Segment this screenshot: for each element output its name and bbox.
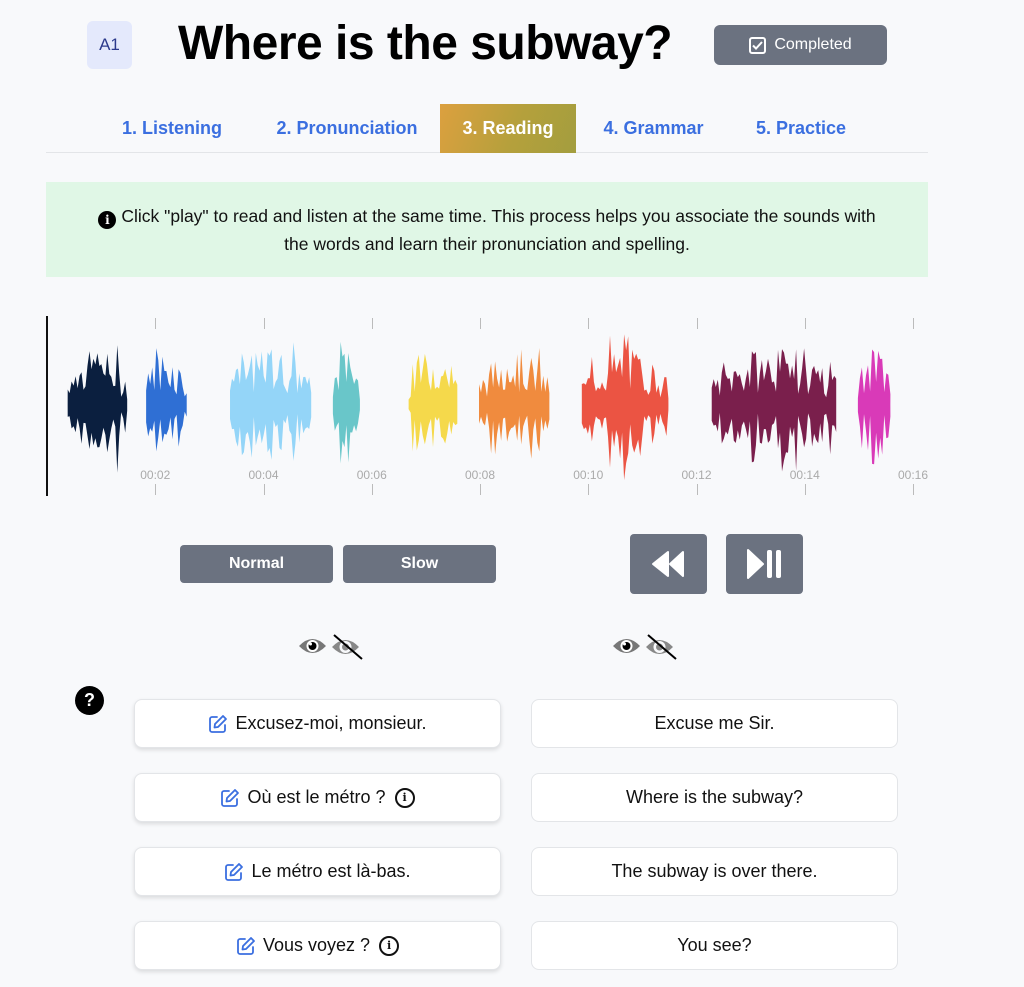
tab-reading[interactable]: 3. Reading: [440, 104, 576, 153]
waveform-segment[interactable]: [857, 349, 891, 465]
completed-label: Completed: [774, 36, 852, 53]
play-pause-icon: [746, 549, 781, 579]
waveform-segment[interactable]: [711, 348, 837, 472]
timeline-tick: [480, 484, 481, 495]
french-sentence-card[interactable]: Où est le métro ? i: [134, 773, 501, 822]
timeline-tick: [480, 318, 481, 329]
english-translation-card[interactable]: You see?: [531, 921, 898, 970]
info-text: Click "play" to read and listen at the s…: [121, 205, 876, 254]
audio-waveform[interactable]: 00:02 00:04 00:06 00:08 00:10 00:12 00:14 00:16: [46, 310, 928, 500]
timeline-label: 00:14: [789, 468, 820, 482]
hide-english-eye-slash-icon[interactable]: [645, 634, 677, 660]
rewind-icon: [651, 551, 684, 577]
info-circle-icon[interactable]: i: [394, 787, 415, 808]
timeline-tick: [263, 484, 265, 495]
timeline-tick: [155, 484, 157, 495]
french-sentence-card[interactable]: Le métro est là-bas.: [134, 847, 501, 896]
english-visibility-toggle: [612, 634, 677, 660]
checkbox-checked-icon: [749, 36, 767, 54]
french-visibility-toggle: [298, 634, 363, 660]
edit-icon[interactable]: [208, 714, 228, 734]
slow-speed-button[interactable]: Slow: [343, 545, 496, 583]
waveform-segment[interactable]: [332, 341, 360, 464]
waveform-segment[interactable]: [230, 342, 312, 461]
info-circle-icon[interactable]: i: [379, 935, 400, 956]
completed-button[interactable]: Completed: [714, 25, 887, 65]
timeline-label: 00:04: [248, 468, 279, 482]
english-translation-card[interactable]: Excuse me Sir.: [531, 699, 898, 748]
tab-practice[interactable]: 5. Practice: [736, 104, 866, 153]
edit-icon[interactable]: [236, 936, 256, 956]
french-sentence-card[interactable]: Excusez-moi, monsieur.: [134, 699, 501, 748]
info-banner: i Click "play" to read and listen at the …: [46, 182, 928, 277]
waveform-segment[interactable]: [67, 345, 128, 473]
waveform-segment[interactable]: [408, 353, 458, 452]
timeline-tick: [371, 484, 373, 495]
tab-pronunciation[interactable]: 2. Pronunciation: [256, 104, 438, 153]
edit-icon[interactable]: [220, 788, 240, 808]
timeline-label: 00:16: [897, 468, 929, 482]
tab-grammar[interactable]: 4. Grammar: [586, 104, 721, 153]
english-sentence-text: You see?: [677, 935, 752, 955]
play-pause-button[interactable]: [726, 534, 803, 594]
english-sentence-text: Excuse me Sir.: [654, 713, 775, 733]
french-sentence-text: Où est le métro ?: [247, 787, 386, 807]
hide-french-eye-slash-icon[interactable]: [331, 634, 363, 660]
timeline-label: 00:12: [681, 468, 712, 482]
info-icon: i: [98, 210, 117, 229]
timeline-label: 00:06: [356, 468, 387, 482]
english-translation-card[interactable]: Where is the subway?: [531, 773, 898, 822]
show-french-eye-icon[interactable]: [298, 634, 327, 658]
timeline-tick: [588, 318, 590, 329]
lesson-tabs: 1. Listening 2. Pronunciation 3. Reading…: [46, 104, 928, 153]
show-english-eye-icon[interactable]: [612, 634, 641, 658]
timeline-label: 00:08: [464, 468, 496, 482]
timeline-label: 00:10: [573, 468, 604, 482]
english-sentence-text: Where is the subway?: [625, 787, 804, 807]
timeline-tick: [696, 484, 698, 495]
timeline-tick: [696, 318, 698, 329]
timeline-tick: [804, 318, 806, 329]
normal-speed-button[interactable]: Normal: [180, 545, 333, 583]
timeline-tick: [804, 484, 806, 495]
timeline-tick: [913, 484, 914, 495]
waveform-segment[interactable]: [479, 348, 550, 459]
timeline-tick: [588, 484, 590, 495]
french-sentence-text: Excusez-moi, monsieur.: [235, 713, 427, 733]
english-sentence-text: The subway is over there.: [611, 861, 818, 881]
waveform-segment[interactable]: [146, 348, 187, 452]
english-translation-card[interactable]: The subway is over there.: [531, 847, 898, 896]
french-sentence-text: Vous voyez ?: [262, 935, 371, 955]
help-icon[interactable]: ?: [75, 686, 104, 715]
waveform-segment[interactable]: [581, 334, 669, 481]
timeline-tick: [913, 318, 914, 329]
rewind-button[interactable]: [630, 534, 707, 594]
french-sentence-text: Le métro est là-bas.: [251, 861, 411, 881]
french-sentence-card[interactable]: Vous voyez ? i: [134, 921, 501, 970]
timeline-label: 00:02: [140, 468, 171, 482]
tab-listening[interactable]: 1. Listening: [102, 104, 242, 153]
timeline-tick: [371, 318, 373, 329]
timeline-tick: [155, 318, 157, 329]
edit-icon[interactable]: [224, 862, 244, 882]
level-badge: A1: [87, 21, 132, 69]
timeline-tick: [263, 318, 265, 329]
page-title: Where is the subway?: [178, 17, 673, 70]
